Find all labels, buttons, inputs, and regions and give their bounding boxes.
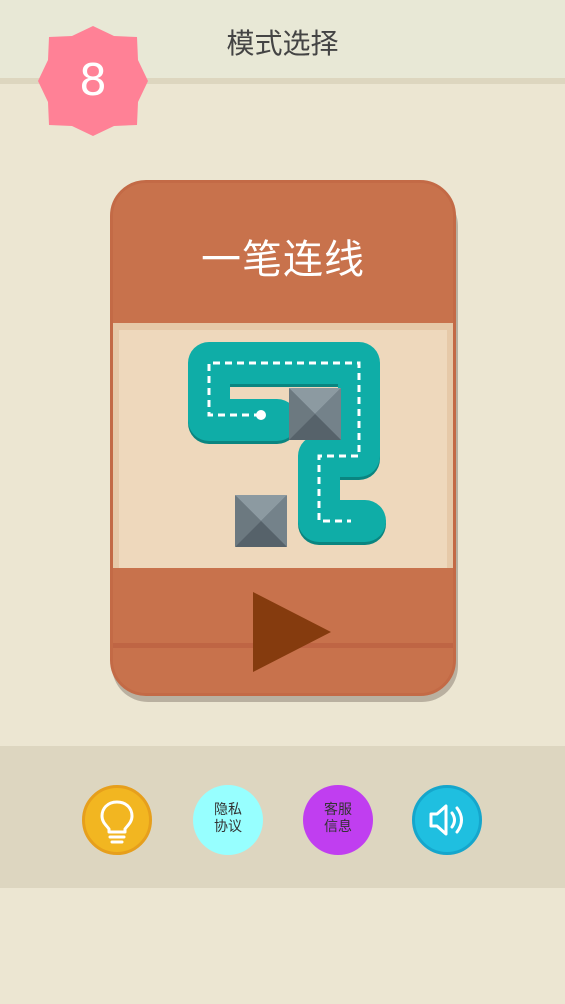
privacy-label-line1: 隐私 xyxy=(214,802,242,818)
level-badge: 8 xyxy=(34,22,152,140)
stone-block xyxy=(289,388,341,440)
customer-service-button[interactable]: 客服 信息 xyxy=(303,785,373,855)
hint-button[interactable] xyxy=(82,785,152,855)
privacy-policy-button[interactable]: 隐私 协议 xyxy=(193,785,263,855)
stone-block xyxy=(235,495,287,547)
puzzle-preview xyxy=(188,342,386,547)
play-icon[interactable] xyxy=(249,588,333,672)
service-label-line2: 信息 xyxy=(324,819,352,835)
mode-card[interactable]: 一笔连线 xyxy=(110,180,456,696)
level-number: 8 xyxy=(79,55,107,106)
privacy-label-line2: 协议 xyxy=(214,819,242,835)
lightbulb-icon xyxy=(100,800,134,844)
card-header: 一笔连线 xyxy=(113,183,453,323)
mode-title: 一笔连线 xyxy=(201,237,365,283)
service-label-line1: 客服 xyxy=(324,802,352,818)
speaker-icon xyxy=(429,804,463,836)
sound-toggle-button[interactable] xyxy=(412,785,482,855)
